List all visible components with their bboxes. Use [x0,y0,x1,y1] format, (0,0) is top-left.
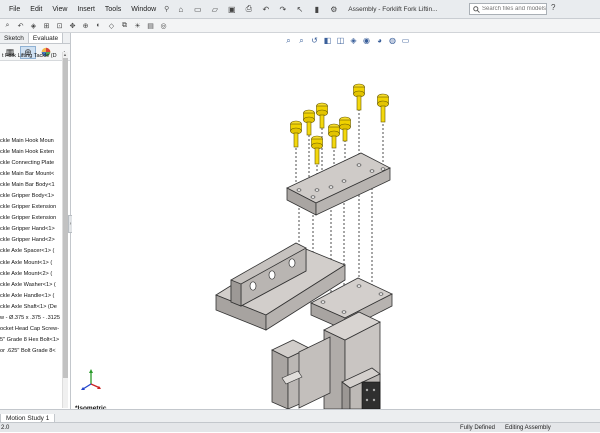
render-icon[interactable]: ◎ [158,20,169,31]
undo-icon[interactable]: ↶ [15,20,26,31]
select-arrow-icon[interactable]: ↖ [293,3,306,16]
tree-item[interactable]: ckle Main Bar Mount< [0,169,62,180]
tree-item[interactable]: ckle Axle Shaft<1> (De [0,302,62,313]
zoom-icon[interactable]: ⌕ [2,20,13,31]
tree-item[interactable]: ckle Gripper Body<1> [0,191,62,202]
redo-icon[interactable]: ↷ [276,3,289,16]
print-icon[interactable]: ⎙ [242,3,255,16]
search-input[interactable] [482,6,546,12]
tree-item[interactable]: ckle Axle Spacer<1> ( [0,246,62,257]
tree-item[interactable]: ckle Axle Mount<2> ( [0,269,62,280]
main-hook-mount-plate [286,152,391,216]
bolt [353,83,365,111]
coordinate-triad [81,369,101,390]
tree-item[interactable]: ckle Gripper Hand<2> [0,235,62,246]
document-title: Assembly - Forklift Fork Liftin... [348,5,438,13]
home-icon[interactable]: ⌂ [174,3,187,16]
new-document-icon[interactable]: ▭ [191,3,204,16]
menu-view[interactable]: View [47,6,72,13]
tree-item[interactable]: ckle Axle Handle<1> ( [0,291,62,302]
menu-file[interactable]: File [4,6,25,13]
command-tabs: Sketch Evaluate [0,33,70,44]
bill-of-materials-icon[interactable]: ▤ [145,20,156,31]
bolt [339,116,351,142]
bolt [290,120,302,148]
smart-fastener-icon[interactable]: ⊕ [80,20,91,31]
tree-item[interactable]: w - Ø.375 x .375 - .3125 [0,313,62,324]
tree-item[interactable]: ckle Connecting Plate [0,158,62,169]
bolt [377,93,389,123]
pattern-icon[interactable]: ⊡ [54,20,65,31]
menu-window[interactable]: Window [126,6,161,13]
tree-item[interactable]: ckle Gripper Extension [0,202,62,213]
tree-item[interactable]: ckle Gripper Extension [0,213,62,224]
options-gear-icon[interactable]: ⚙ [327,3,340,16]
tree-item[interactable]: ckle Axle Mount<1> ( [0,258,62,269]
menu-edit[interactable]: Edit [25,6,47,13]
move-icon[interactable]: ✥ [67,20,78,31]
tree-item[interactable]: ckle Main Hook Exten [0,147,62,158]
save-icon[interactable]: ▣ [225,3,238,16]
tree-item[interactable]: ckle Axle Washer<1> ( [0,280,62,291]
assembly-model-exploded-view [215,83,393,409]
tree-item[interactable]: ocket Head Cap Screw- [0,324,62,335]
explode-icon[interactable]: ⧉ [119,20,130,31]
search-icon [473,5,480,13]
tab-evaluate[interactable]: Evaluate [28,33,64,43]
feature-icon[interactable]: ◐ [93,20,104,31]
tab-sketch[interactable]: Sketch [0,33,29,43]
socket-head-cap-screws [290,83,389,165]
bolt [311,135,323,165]
gripper-extension [271,336,331,409]
bottom-tab-bar [0,409,600,422]
open-folder-icon[interactable]: ▱ [208,3,221,16]
reference-geometry-icon[interactable]: ◇ [106,20,117,31]
bolt [303,109,315,136]
tree-item[interactable]: ckle Main Bar Body<1 [0,180,62,191]
tree-item[interactable]: ckle Main Hook Moun [0,136,62,147]
bolt [328,123,340,149]
status-bar: 2.0 Fully Defined Editing Assembly [0,422,600,432]
question-mark-icon[interactable]: ? [551,3,555,12]
tree-item[interactable]: 5" Grade 8 Hex Bolt<1> [0,335,62,346]
menu-tools[interactable]: Tools [100,6,126,13]
mate-icon[interactable]: ⊞ [41,20,52,31]
search-box[interactable] [469,3,547,15]
command-manager: ⌕ ↶ ◈ ⊞ ⊡ ✥ ⊕ ◐ ◇ ⧉ ☀ ▤ ◎ [0,19,600,33]
rebuild-icon[interactable]: ▮ [310,3,323,16]
component-icon[interactable]: ◈ [28,20,39,31]
assembly-root-node[interactable]: t Fork Lifting Tackle (D [2,53,57,59]
undo-icon[interactable]: ↶ [259,3,272,16]
instant3d-icon[interactable]: ☀ [132,20,143,31]
scroll-up-icon[interactable]: ▲ [63,52,67,57]
menu-insert[interactable]: Insert [72,6,100,13]
tree-item[interactable]: ckle Gripper Hand<1> [0,224,62,235]
feature-tree: ckle Main Hook Moun ckle Main Hook Exten… [0,136,62,357]
tree-item[interactable]: or .625" Bolt Grade 8< [0,346,62,357]
pin-icon[interactable]: ⚲ [164,5,169,13]
bolt [316,102,328,129]
